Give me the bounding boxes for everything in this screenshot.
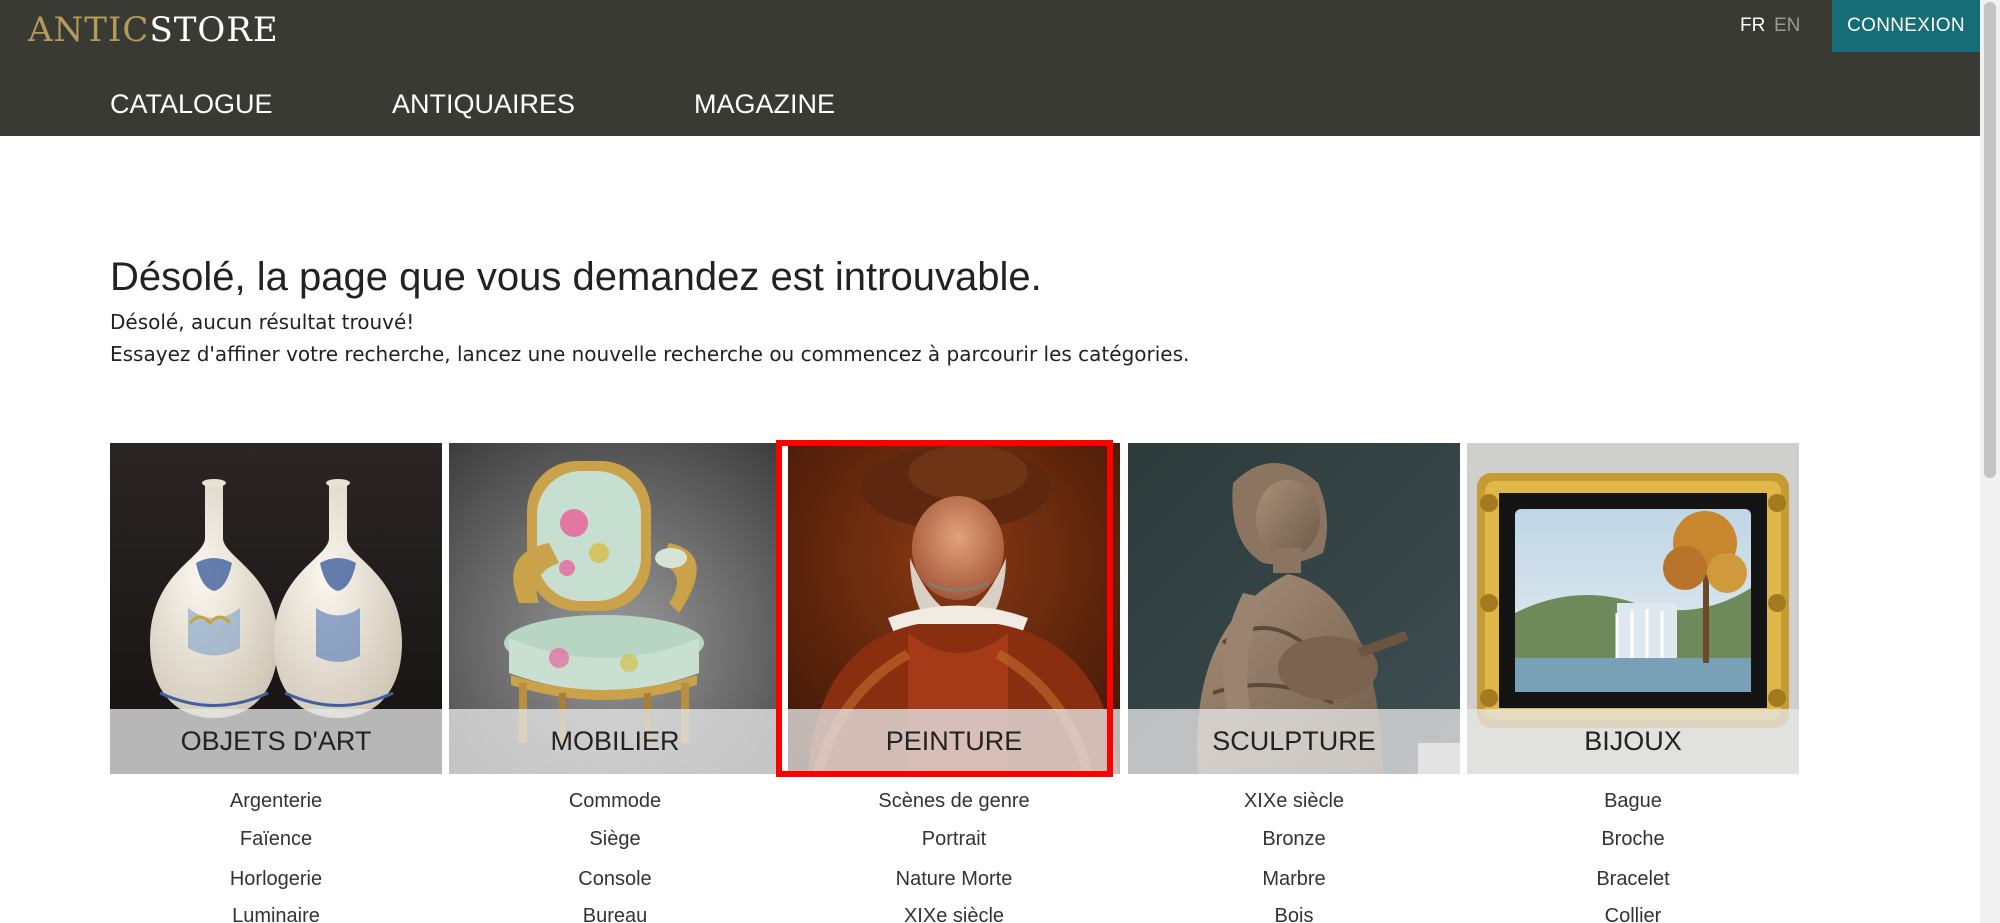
subcategory-link[interactable]: Broche bbox=[1467, 824, 1799, 854]
site-logo[interactable]: ANTICSTORE bbox=[28, 8, 279, 52]
subcategory-link[interactable]: Bronze bbox=[1128, 824, 1460, 854]
nav-magazine[interactable]: MAGAZINE bbox=[694, 84, 835, 124]
category-label-peinture: PEINTURE bbox=[788, 709, 1120, 774]
subcategory-link[interactable]: Bureau bbox=[449, 901, 781, 923]
category-label-sculpture: SCULPTURE bbox=[1128, 709, 1460, 774]
subcategory-link[interactable]: Faïence bbox=[110, 824, 442, 854]
category-label-mobilier: MOBILIER bbox=[449, 709, 781, 774]
subcategory-link[interactable]: Console bbox=[449, 864, 781, 894]
category-card-peinture[interactable]: PEINTURE bbox=[788, 443, 1120, 774]
page: ANTICSTORE FR EN CONNEXION CATALOGUE ANT… bbox=[0, 0, 2000, 923]
subcategory-link[interactable]: Bracelet bbox=[1467, 864, 1799, 894]
category-label-objets-d-art: OBJETS D'ART bbox=[110, 709, 442, 774]
subcategory-link[interactable]: Portrait bbox=[788, 824, 1120, 854]
subcategory-link[interactable]: Bague bbox=[1467, 786, 1799, 816]
category-card-sculpture[interactable]: SCULPTURE bbox=[1128, 443, 1460, 774]
subcategory-link[interactable]: Nature Morte bbox=[788, 864, 1120, 894]
subcategory-link[interactable]: Bois bbox=[1128, 901, 1460, 923]
login-button[interactable]: CONNEXION bbox=[1832, 0, 1980, 52]
no-result-message: Désolé, aucun résultat trouvé! bbox=[110, 310, 415, 334]
subcategory-link[interactable]: XIXe siècle bbox=[788, 901, 1120, 923]
scrollbar[interactable] bbox=[1980, 0, 2000, 923]
subcategory-link[interactable]: Luminaire bbox=[110, 901, 442, 923]
category-card-mobilier[interactable]: MOBILIER bbox=[449, 443, 781, 774]
nav-antiquaires[interactable]: ANTIQUAIRES bbox=[392, 84, 575, 124]
subcategory-link[interactable]: Collier bbox=[1467, 901, 1799, 923]
search-hint-message: Essayez d'affiner votre recherche, lance… bbox=[110, 342, 1190, 366]
lang-en-link[interactable]: EN bbox=[1774, 12, 1800, 40]
subcategory-link[interactable]: Siège bbox=[449, 824, 781, 854]
category-card-bijoux[interactable]: BIJOUX bbox=[1467, 443, 1799, 774]
subcategory-link[interactable]: Commode bbox=[449, 786, 781, 816]
category-label-bijoux: BIJOUX bbox=[1467, 709, 1799, 774]
subcategory-link[interactable]: XIXe siècle bbox=[1128, 786, 1460, 816]
nav-catalogue[interactable]: CATALOGUE bbox=[110, 84, 273, 124]
page-title: Désolé, la page que vous demandez est in… bbox=[110, 255, 1042, 299]
site-header: ANTICSTORE FR EN CONNEXION CATALOGUE ANT… bbox=[0, 0, 1980, 136]
category-card-objets-d-art[interactable]: OBJETS D'ART bbox=[110, 443, 442, 774]
subcategory-link[interactable]: Horlogerie bbox=[110, 864, 442, 894]
scrollbar-thumb[interactable] bbox=[1984, 2, 1996, 478]
logo-part-store: STORE bbox=[149, 10, 279, 50]
subcategory-link[interactable]: Argenterie bbox=[110, 786, 442, 816]
subcategory-link[interactable]: Marbre bbox=[1128, 864, 1460, 894]
lang-fr-link[interactable]: FR bbox=[1740, 12, 1765, 40]
subcategory-link[interactable]: Scènes de genre bbox=[788, 786, 1120, 816]
logo-part-antic: ANTIC bbox=[28, 10, 150, 50]
